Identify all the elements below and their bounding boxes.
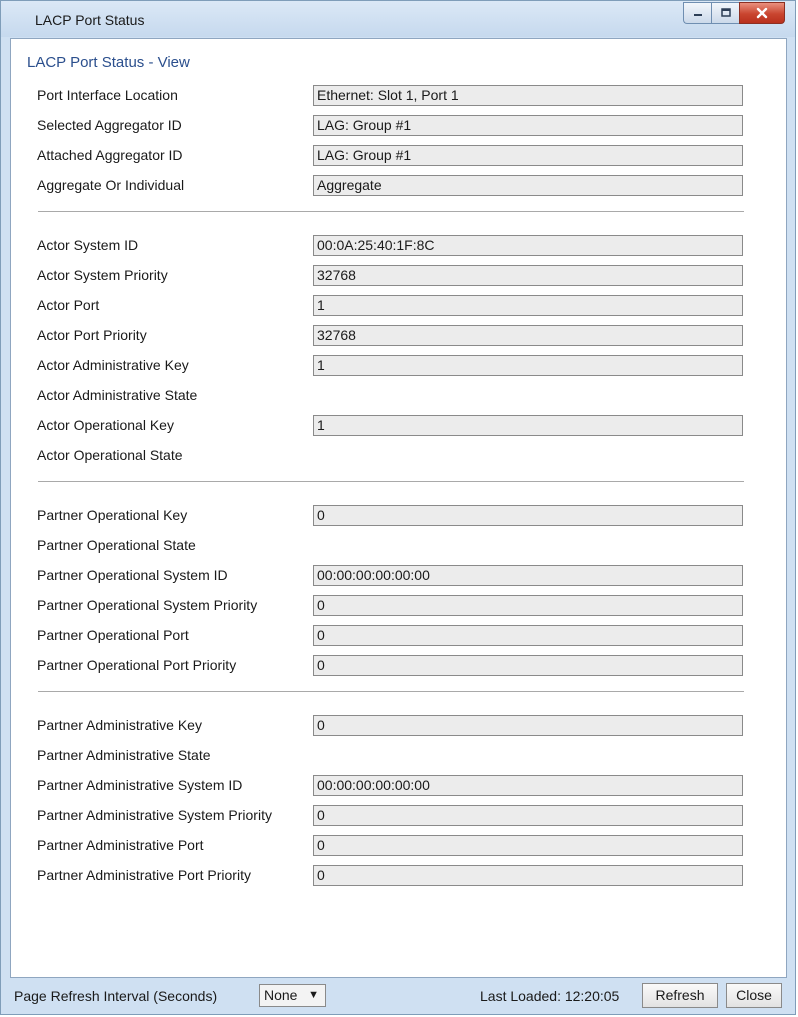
minimize-button[interactable]: [683, 2, 711, 24]
section-divider: [38, 481, 744, 482]
field-value[interactable]: 0: [313, 595, 743, 616]
status-row: Actor Operational Key 1: [11, 415, 786, 439]
field-value[interactable]: Ethernet: Slot 1, Port 1: [313, 85, 743, 106]
status-row: Selected Aggregator ID LAG: Group #1: [11, 115, 786, 139]
status-row: Partner Operational State: [11, 535, 786, 559]
status-row: Partner Administrative State: [11, 745, 786, 769]
status-row: Actor System Priority 32768: [11, 265, 786, 289]
field-label: Actor Operational Key: [37, 417, 174, 433]
status-row: Partner Administrative Key 0: [11, 715, 786, 739]
window-controls: [683, 2, 785, 24]
field-label: Partner Operational Port: [37, 627, 189, 643]
field-value[interactable]: 1: [313, 355, 743, 376]
window-title: LACP Port Status: [35, 12, 145, 28]
status-row: Actor Port Priority 32768: [11, 325, 786, 349]
field-value[interactable]: LAG: Group #1: [313, 145, 743, 166]
field-value[interactable]: 0: [313, 805, 743, 826]
status-row: Actor Administrative State: [11, 385, 786, 409]
last-loaded-text: Last Loaded: 12:20:05: [480, 988, 620, 1004]
status-row: Port Interface Location Ethernet: Slot 1,…: [11, 85, 786, 109]
footer-bar: Page Refresh Interval (Seconds) None ▼ L…: [10, 978, 787, 1012]
field-value[interactable]: 0: [313, 865, 743, 886]
field-value[interactable]: 00:00:00:00:00:00: [313, 775, 743, 796]
field-label: Partner Operational State: [37, 537, 196, 553]
field-label: Actor Administrative State: [37, 387, 198, 403]
status-row: Partner Operational Key 0: [11, 505, 786, 529]
maximize-icon: [720, 8, 731, 17]
field-label: Selected Aggregator ID: [37, 117, 182, 133]
field-value[interactable]: 32768: [313, 325, 743, 346]
field-label: Actor System Priority: [37, 267, 168, 283]
section-divider: [38, 691, 744, 692]
status-row: Partner Operational Port Priority 0: [11, 655, 786, 679]
field-value[interactable]: 32768: [313, 265, 743, 286]
field-value[interactable]: 0: [313, 715, 743, 736]
maximize-button[interactable]: [711, 2, 739, 24]
status-row: Attached Aggregator ID LAG: Group #1: [11, 145, 786, 169]
field-label: Partner Administrative Key: [37, 717, 202, 733]
field-label: Port Interface Location: [37, 87, 178, 103]
status-row: Actor Administrative Key 1: [11, 355, 786, 379]
refresh-button[interactable]: Refresh: [642, 983, 718, 1008]
field-label: Partner Administrative System ID: [37, 777, 243, 793]
status-row: Aggregate Or Individual Aggregate: [11, 175, 786, 199]
field-value[interactable]: 0: [313, 505, 743, 526]
status-row: Partner Operational System Priority 0: [11, 595, 786, 619]
field-label: Partner Administrative Port Priority: [37, 867, 251, 883]
close-window-button[interactable]: [739, 2, 785, 24]
minimize-icon: [693, 14, 702, 16]
field-label: Aggregate Or Individual: [37, 177, 185, 193]
status-row: Actor Operational State: [11, 445, 786, 469]
field-label: Partner Operational System Priority: [37, 597, 258, 613]
field-value[interactable]: LAG: Group #1: [313, 115, 743, 136]
field-label: Attached Aggregator ID: [37, 147, 183, 163]
field-value[interactable]: Aggregate: [313, 175, 743, 196]
refresh-interval-value: None: [264, 987, 298, 1003]
view-title: LACP Port Status - View: [27, 54, 190, 71]
field-label: Partner Administrative System Priority: [37, 807, 272, 823]
field-value[interactable]: 00:00:00:00:00:00: [313, 565, 743, 586]
status-row: Actor Port 1: [11, 295, 786, 319]
field-label: Partner Operational Key: [37, 507, 188, 523]
content-panel: LACP Port Status - View Port Interface L…: [10, 38, 787, 978]
field-label: Partner Operational Port Priority: [37, 657, 237, 673]
field-label: Actor Operational State: [37, 447, 183, 463]
refresh-interval-label: Page Refresh Interval (Seconds): [14, 988, 218, 1004]
title-bar[interactable]: LACP Port Status: [1, 1, 795, 37]
close-button[interactable]: Close: [726, 983, 782, 1008]
field-label: Actor Port Priority: [37, 327, 147, 343]
field-label: Partner Administrative State: [37, 747, 211, 763]
lacp-port-status-window: LACP Port Status LACP Port Status - View…: [0, 0, 796, 1015]
field-value[interactable]: 00:0A:25:40:1F:8C: [313, 235, 743, 256]
refresh-interval-select[interactable]: None ▼: [259, 984, 326, 1007]
status-row: Actor System ID 00:0A:25:40:1F:8C: [11, 235, 786, 259]
field-value[interactable]: 0: [313, 625, 743, 646]
field-label: Actor System ID: [37, 237, 139, 253]
close-icon: [756, 7, 768, 19]
status-row: Partner Administrative System ID 00:00:00…: [11, 775, 786, 799]
status-row: Partner Administrative System Priority 0: [11, 805, 786, 829]
section-divider: [38, 211, 744, 212]
field-label: Partner Administrative Port: [37, 837, 204, 853]
field-label: Actor Administrative Key: [37, 357, 189, 373]
field-value[interactable]: 0: [313, 835, 743, 856]
field-label: Actor Port: [37, 297, 100, 313]
field-value[interactable]: 1: [313, 295, 743, 316]
status-row: Partner Operational Port 0: [11, 625, 786, 649]
status-row: Partner Administrative Port Priority 0: [11, 865, 786, 889]
field-label: Partner Operational System ID: [37, 567, 228, 583]
status-row: Partner Administrative Port 0: [11, 835, 786, 859]
dropdown-arrow-icon: ▼: [308, 989, 319, 1001]
field-value[interactable]: 0: [313, 655, 743, 676]
status-row: Partner Operational System ID 00:00:00:00…: [11, 565, 786, 589]
field-value[interactable]: 1: [313, 415, 743, 436]
